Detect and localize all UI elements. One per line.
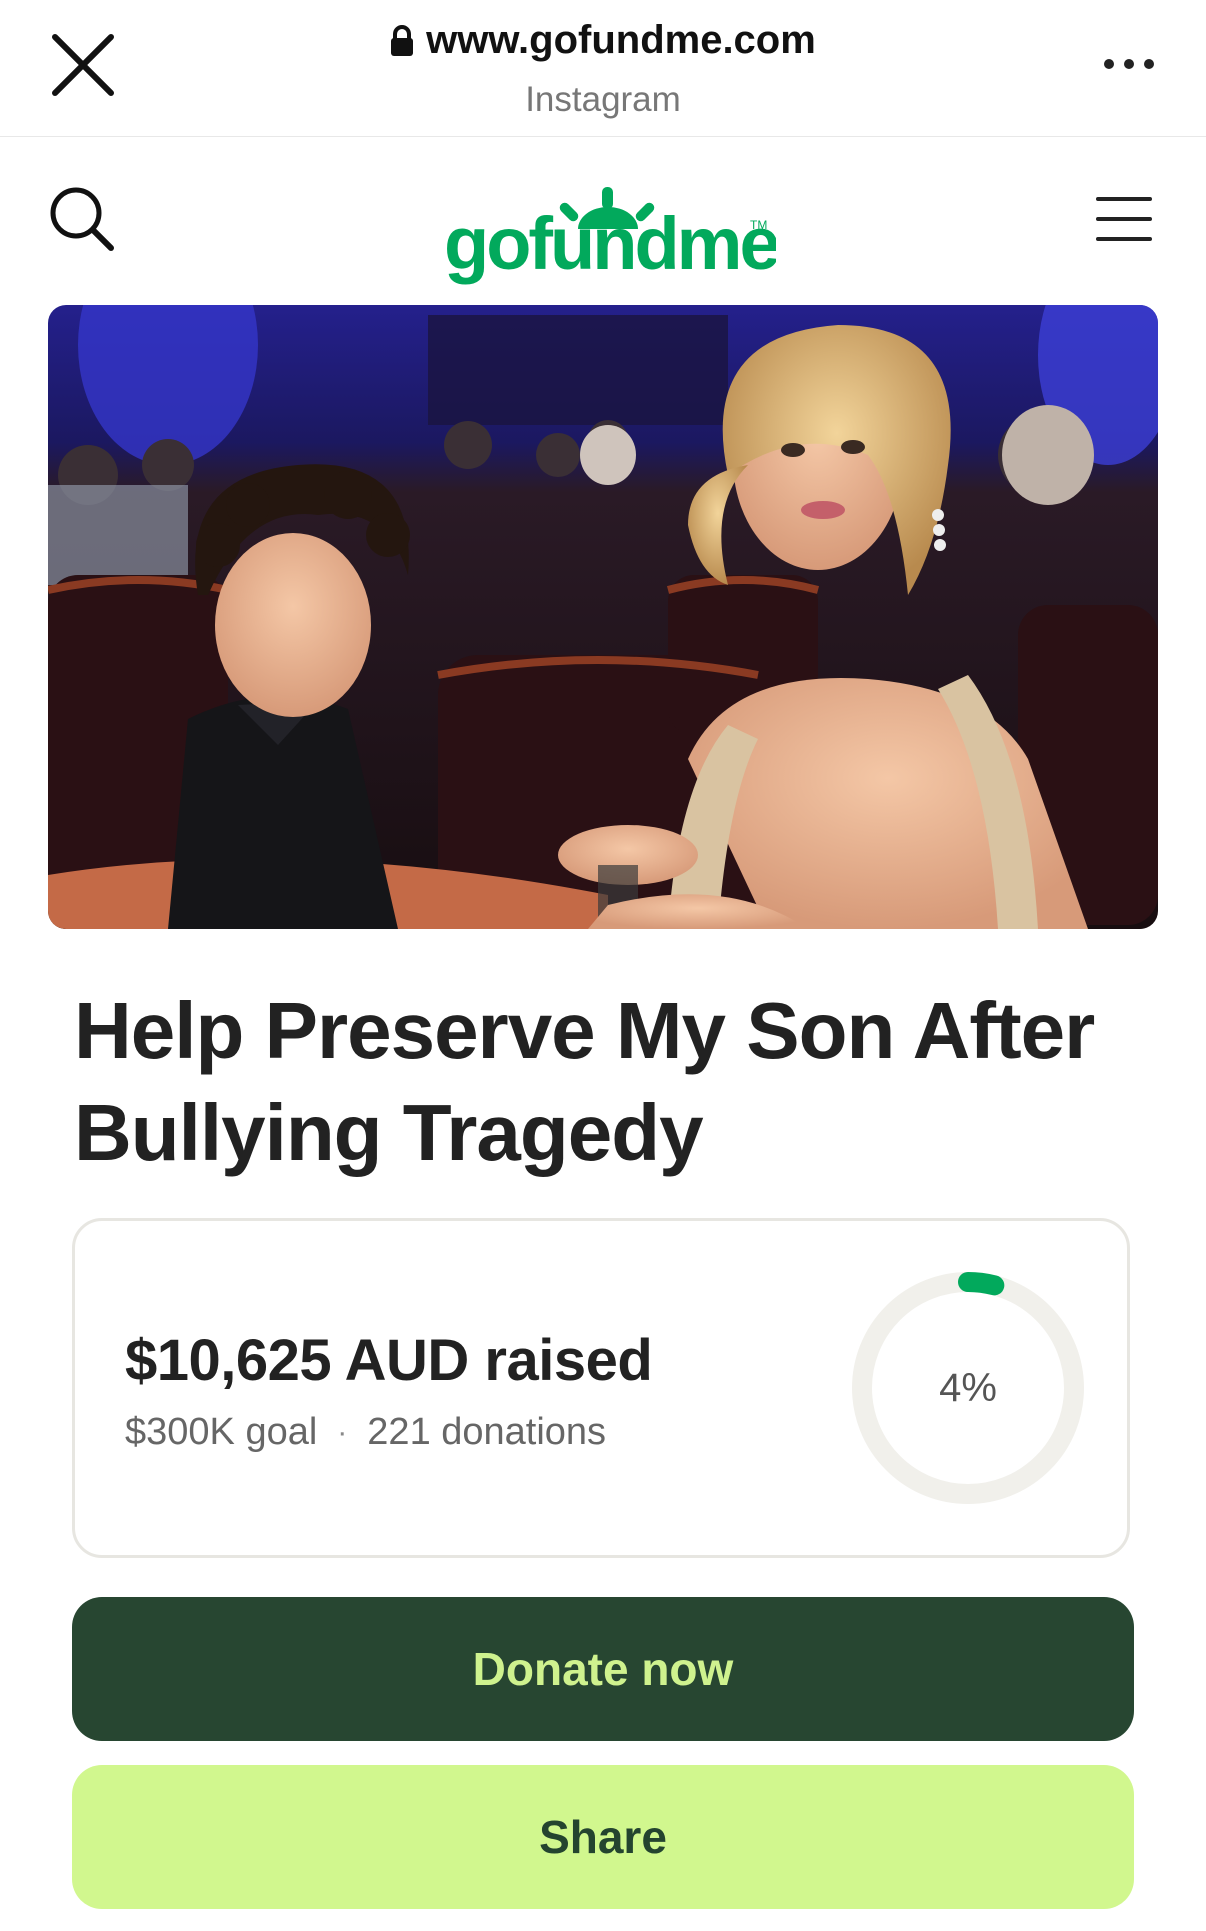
progress-percent: 4% bbox=[939, 1365, 997, 1410]
goal-amount: $300K goal bbox=[125, 1411, 318, 1453]
menu-button[interactable] bbox=[1096, 197, 1152, 241]
goal-meta: $300K goal · 221 donations bbox=[125, 1411, 606, 1454]
menu-icon-line bbox=[1096, 217, 1152, 221]
search-button[interactable] bbox=[48, 185, 118, 255]
url-text: www.gofundme.com bbox=[426, 18, 816, 62]
campaign-photo-image bbox=[48, 305, 1158, 929]
lock-icon bbox=[391, 24, 414, 56]
more-icon bbox=[1104, 59, 1114, 69]
browser-top-bar: www.gofundme.com Instagram bbox=[0, 0, 1206, 137]
progress-card: $10,625 AUD raised $300K goal · 221 dona… bbox=[72, 1218, 1130, 1558]
share-button[interactable]: Share bbox=[72, 1765, 1134, 1909]
donate-now-button[interactable]: Donate now bbox=[72, 1597, 1134, 1741]
more-icon-dot bbox=[1124, 59, 1134, 69]
menu-icon bbox=[1096, 197, 1152, 201]
search-icon bbox=[50, 187, 114, 251]
meta-separator: · bbox=[337, 1415, 348, 1449]
address-bar[interactable]: www.gofundme.com bbox=[0, 18, 1206, 63]
gofundme-logo[interactable]: gofundme TM bbox=[440, 161, 781, 291]
campaign-photo[interactable] bbox=[48, 305, 1158, 929]
donation-count[interactable]: 221 donations bbox=[367, 1411, 606, 1454]
menu-icon-line bbox=[1096, 237, 1152, 241]
more-icon-dot bbox=[1144, 59, 1154, 69]
site-header: gofundme TM bbox=[0, 137, 1206, 297]
source-app-label: Instagram bbox=[525, 80, 681, 119]
campaign-title: Help Preserve My Son After Bullying Trag… bbox=[74, 986, 1095, 1177]
logo-mark: gofundme TM bbox=[444, 187, 781, 285]
svg-text:TM: TM bbox=[750, 218, 767, 232]
logo-text: gofundme bbox=[444, 202, 776, 285]
amount-raised: $10,625 AUD raised bbox=[125, 1328, 653, 1393]
more-button[interactable] bbox=[1104, 54, 1154, 74]
